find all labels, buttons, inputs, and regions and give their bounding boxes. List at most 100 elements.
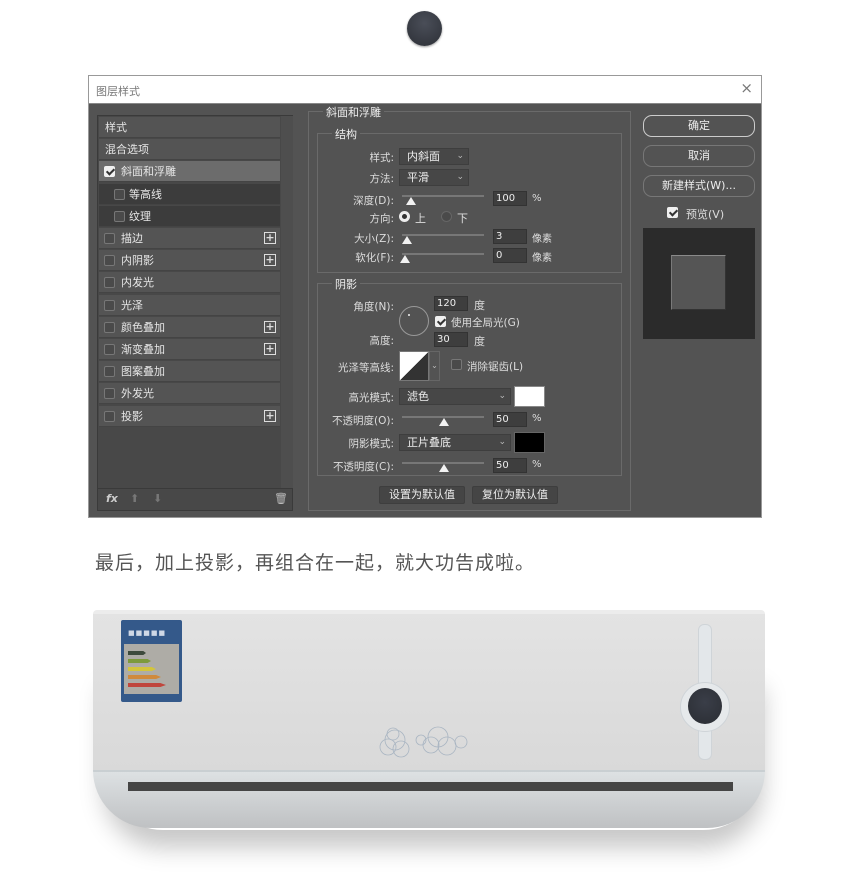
shadow-color-swatch[interactable] (514, 432, 545, 453)
move-down-icon[interactable]: ⬇ (153, 492, 162, 505)
energy-bar (128, 683, 166, 687)
shadow-mode-value: 正片叠底 (407, 436, 451, 449)
checkbox[interactable] (104, 233, 115, 244)
direction-down-radio[interactable] (441, 211, 452, 222)
add-icon[interactable]: + (264, 320, 276, 333)
global-light-checkbox[interactable] (435, 316, 446, 327)
altitude-unit: 度 (474, 335, 485, 348)
direction-label: 方向: (369, 213, 394, 225)
sidebar-item[interactable]: 图案叠加 (99, 361, 280, 383)
add-icon[interactable]: + (264, 254, 276, 267)
sidebar-item[interactable]: 描边 + (99, 228, 280, 249)
slider-thumb[interactable] (439, 418, 449, 426)
soften-slider[interactable] (400, 253, 484, 263)
sidebar-item-label: 纹理 (129, 209, 151, 223)
highlight-opacity-label: 不透明度(O): (332, 415, 394, 427)
add-icon[interactable]: + (264, 409, 276, 422)
ac-vent (128, 782, 733, 791)
checkbox[interactable] (104, 344, 115, 355)
gloss-contour-picker[interactable] (399, 351, 429, 381)
sidebar-item[interactable]: 渐变叠加 + (99, 339, 280, 360)
size-slider[interactable] (402, 234, 484, 244)
sidebar-item[interactable]: 样式 (99, 117, 280, 138)
add-icon[interactable]: + (264, 232, 276, 244)
checkbox[interactable] (104, 255, 115, 267)
flower-pattern (379, 726, 468, 758)
new-style-button[interactable]: 新建样式(W)... (643, 175, 755, 197)
angle-dial[interactable] (399, 306, 429, 336)
preview-checkbox[interactable] (667, 207, 678, 218)
sidebar-item-label: 图案叠加 (121, 365, 165, 379)
sidebar-item-label: 混合选项 (105, 143, 149, 157)
size-input[interactable]: 3 (493, 229, 527, 244)
scrollbar[interactable] (281, 116, 293, 488)
highlight-opacity-input[interactable]: 50 (493, 412, 527, 427)
close-icon[interactable]: × (740, 79, 753, 97)
shadow-opacity-input[interactable]: 50 (493, 458, 527, 473)
angle-input[interactable]: 120 (434, 296, 468, 311)
checkbox[interactable] (104, 166, 115, 178)
checkbox[interactable] (104, 388, 115, 400)
caption-text: 最后，加上投影，再组合在一起，就大功告成啦。 (95, 552, 536, 574)
slider-thumb[interactable] (400, 255, 410, 263)
slider-thumb[interactable] (439, 464, 449, 472)
sidebar-item[interactable]: 混合选项 (99, 139, 280, 161)
checkbox[interactable] (104, 321, 115, 333)
slider-thumb[interactable] (402, 236, 412, 244)
sidebar-item-label: 光泽 (121, 298, 143, 312)
cancel-button[interactable]: 取消 (643, 145, 755, 167)
ac-bottom (93, 770, 765, 828)
slider-thumb[interactable] (406, 197, 416, 205)
highlight-mode-label: 高光模式: (348, 392, 394, 404)
shadow-mode-select[interactable]: 正片叠底 ⌄ (399, 434, 511, 451)
sidebar-item[interactable]: 内阴影 + (99, 250, 280, 272)
fx-button[interactable]: fx (106, 492, 118, 505)
checkbox[interactable] (104, 277, 115, 289)
shadow-opacity-slider[interactable] (402, 462, 484, 472)
checkbox[interactable] (114, 210, 125, 222)
technique-select[interactable]: 平滑 ⌄ (399, 169, 469, 186)
altitude-input[interactable]: 30 (434, 332, 468, 347)
structure-title: 结构 (332, 126, 360, 142)
sidebar-item[interactable]: 内发光 (99, 272, 280, 294)
highlight-color-swatch[interactable] (514, 386, 545, 407)
sidebar-item-label: 外发光 (121, 387, 154, 401)
move-up-icon[interactable]: ⬆ (130, 492, 139, 505)
ok-button[interactable]: 确定 (643, 115, 755, 137)
antialias-label: 消除锯齿(L) (467, 361, 524, 373)
highlight-opacity-slider[interactable] (402, 416, 484, 426)
make-default-button[interactable]: 设置为默认值 (379, 486, 465, 504)
style-select[interactable]: 内斜面 ⌄ (399, 148, 469, 165)
direction-up-radio[interactable] (399, 211, 410, 222)
checkbox[interactable] (114, 188, 125, 200)
energy-label: ■■■■■ (121, 620, 182, 702)
chevron-down-icon: ⌄ (498, 391, 506, 401)
reset-default-button[interactable]: 复位为默认值 (472, 486, 558, 504)
technique-label: 方法: (369, 173, 394, 185)
soften-input[interactable]: 0 (493, 248, 527, 263)
sidebar-item[interactable]: 外发光 (99, 383, 280, 405)
depth-input[interactable]: 100 (493, 191, 527, 206)
sidebar-item-label: 样式 (105, 121, 127, 134)
trash-icon[interactable]: 🗑 (274, 492, 288, 505)
checkbox[interactable] (104, 299, 115, 311)
checkbox[interactable] (104, 366, 115, 378)
sidebar-item[interactable]: 光泽 (99, 294, 280, 316)
sidebar-item[interactable]: 等高线 (99, 183, 280, 205)
add-icon[interactable]: + (264, 343, 276, 355)
sidebar-item[interactable]: 颜色叠加 + (99, 316, 280, 338)
ac-knob (688, 688, 722, 724)
sidebar-item[interactable]: 斜面和浮雕 (99, 161, 280, 183)
depth-label: 深度(D): (353, 195, 394, 207)
percent-unit: % (532, 413, 542, 424)
highlight-mode-select[interactable]: 滤色 ⌄ (399, 388, 511, 405)
chevron-down-icon[interactable]: ⌄ (429, 351, 440, 381)
shadow-opacity-label: 不透明度(C): (332, 461, 394, 473)
angle-dot (408, 314, 410, 316)
sidebar-item[interactable]: 投影 + (99, 405, 280, 427)
antialias-checkbox[interactable] (451, 359, 462, 370)
sidebar-item[interactable]: 纹理 (99, 205, 280, 227)
sidebar-item-label: 等高线 (129, 187, 162, 201)
checkbox[interactable] (104, 410, 115, 422)
depth-slider[interactable] (402, 195, 484, 205)
